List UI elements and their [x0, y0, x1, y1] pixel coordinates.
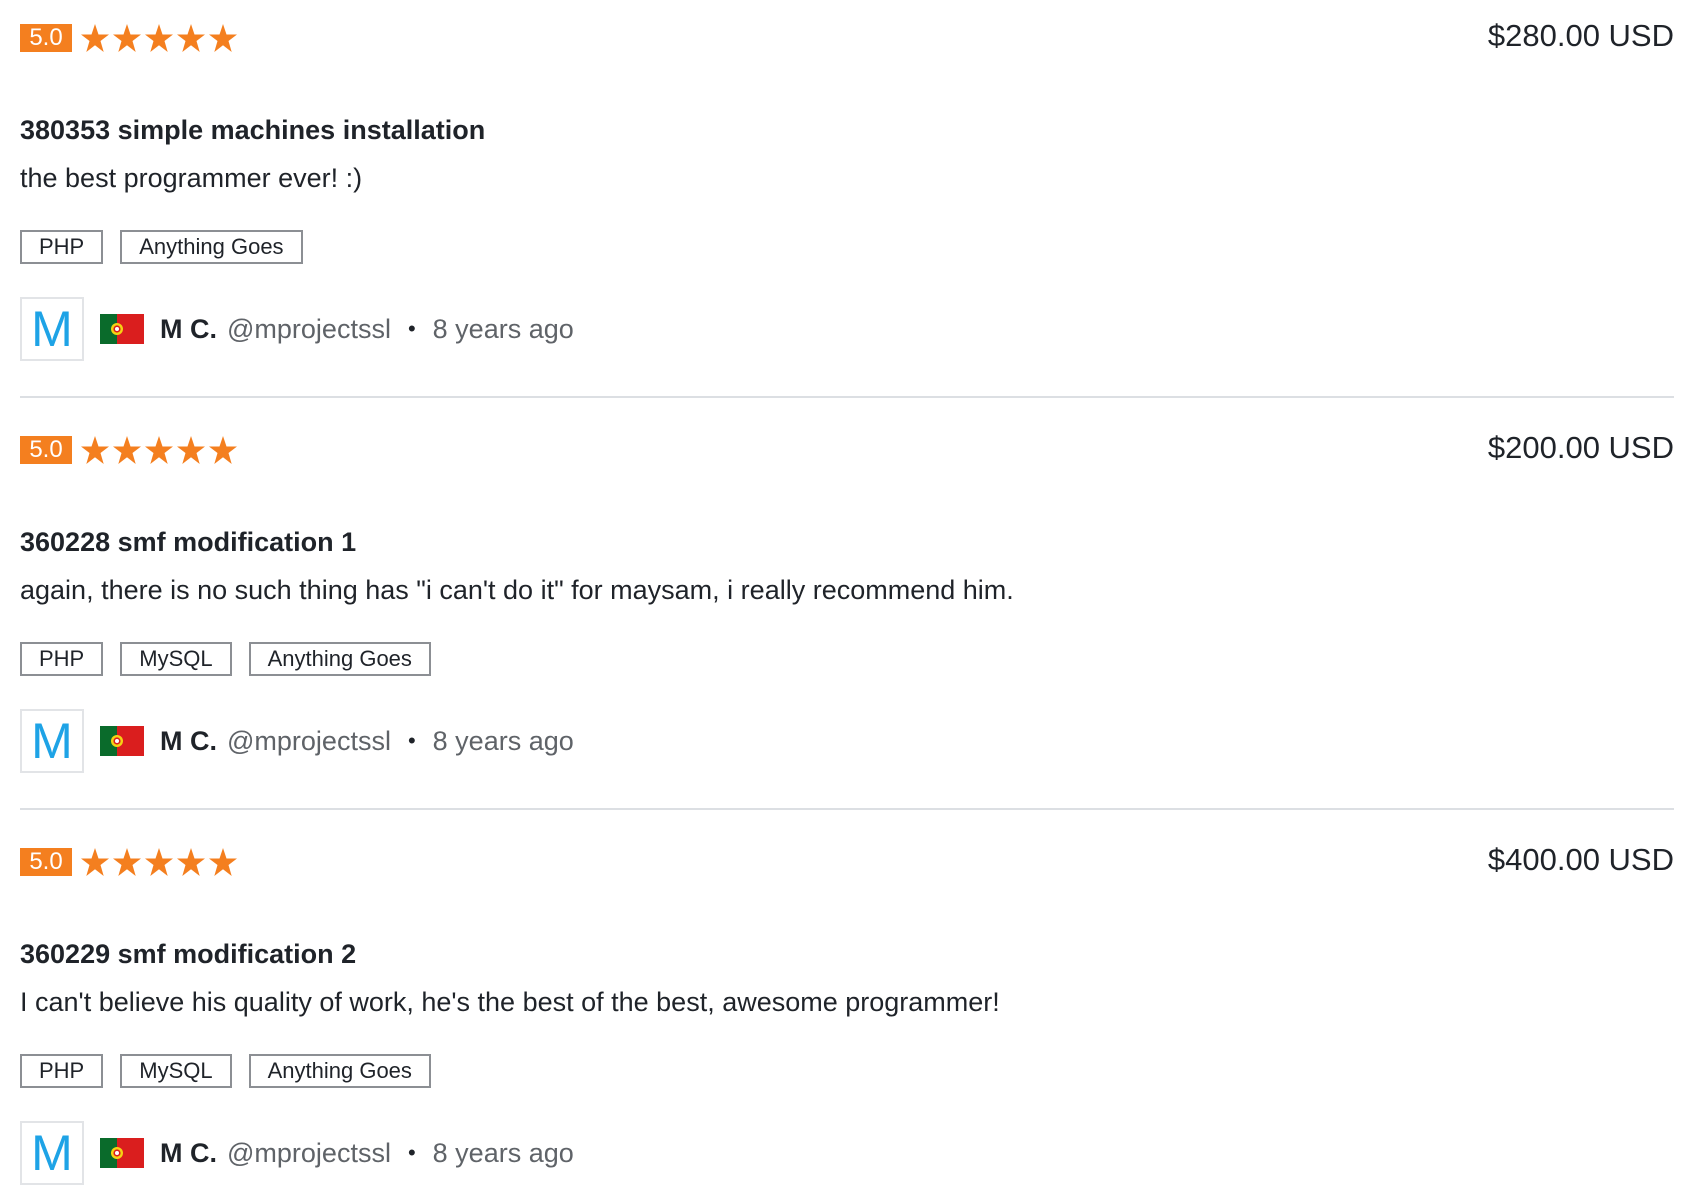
rating-badge: 5.0 [20, 436, 72, 464]
skill-tag[interactable]: Anything Goes [120, 230, 303, 264]
portugal-flag-icon [100, 1138, 144, 1168]
skill-tag[interactable]: Anything Goes [248, 642, 431, 676]
star-icon [177, 848, 205, 876]
star-icon [81, 24, 109, 52]
skill-tags: PHP MySQL Anything Goes [20, 1054, 431, 1088]
star-icon [81, 848, 109, 876]
star-icon [209, 436, 237, 464]
skill-tag[interactable]: MySQL [120, 642, 232, 676]
review-item: 5.0 $280.00 USD 380353 simple machines i… [20, 0, 1674, 398]
star-icon [113, 848, 141, 876]
rating-badge: 5.0 [20, 848, 72, 876]
avatar[interactable]: M [20, 297, 84, 361]
star-icon [209, 848, 237, 876]
avatar[interactable]: M [20, 709, 84, 773]
star-icon [177, 436, 205, 464]
separator-dot: • [407, 728, 416, 753]
project-title[interactable]: 360228 smf modification 1 [20, 524, 356, 560]
star-icon [177, 24, 205, 52]
review-item: 5.0 $200.00 USD 360228 smf modification … [20, 412, 1674, 810]
portugal-flag-icon [100, 726, 144, 756]
project-price: $400.00 USD [1487, 842, 1674, 877]
skill-tag[interactable]: PHP [20, 230, 104, 264]
avatar[interactable]: M [20, 1121, 84, 1185]
review-date: 8 years ago [432, 1137, 574, 1168]
separator-dot: • [407, 316, 416, 341]
rating-badge: 5.0 [20, 24, 72, 52]
star-icon [113, 24, 141, 52]
star-rating [80, 20, 238, 56]
star-rating [80, 844, 238, 880]
star-icon [209, 24, 237, 52]
divider [20, 808, 1674, 810]
star-rating [80, 432, 238, 468]
star-icon [145, 24, 173, 52]
review-list: 5.0 $280.00 USD 380353 simple machines i… [0, 0, 1692, 1200]
skill-tags: PHP MySQL Anything Goes [20, 642, 431, 676]
star-icon [113, 436, 141, 464]
portugal-flag-icon [100, 314, 144, 344]
review-comment: I can't believe his quality of work, he'… [20, 987, 1000, 1017]
reviewer-name[interactable]: M C. [160, 1138, 217, 1169]
project-title[interactable]: 380353 simple machines installation [20, 112, 485, 148]
skill-tag[interactable]: MySQL [120, 1054, 232, 1088]
project-price: $200.00 USD [1487, 430, 1674, 465]
reviewer-handle[interactable]: @mprojectssl [227, 1138, 391, 1169]
reviewer-info: M M C. @mprojectssl • 8 years ago [20, 709, 574, 773]
skill-tag[interactable]: Anything Goes [248, 1054, 431, 1088]
divider [20, 396, 1674, 398]
review-item: 5.0 $400.00 USD 360229 smf modification … [20, 824, 1674, 1204]
reviewer-info: M M C. @mprojectssl • 8 years ago [20, 297, 574, 361]
star-icon [81, 436, 109, 464]
skill-tags: PHP Anything Goes [20, 230, 303, 264]
skill-tag[interactable]: PHP [20, 642, 104, 676]
star-icon [145, 436, 173, 464]
review-date: 8 years ago [432, 313, 574, 344]
reviewer-name[interactable]: M C. [160, 314, 217, 345]
project-price: $280.00 USD [1487, 18, 1674, 53]
reviewer-handle[interactable]: @mprojectssl [227, 314, 391, 345]
star-icon [145, 848, 173, 876]
reviewer-info: M M C. @mprojectssl • 8 years ago [20, 1121, 574, 1185]
reviewer-name[interactable]: M C. [160, 726, 217, 757]
separator-dot: • [407, 1140, 416, 1165]
review-date: 8 years ago [432, 725, 574, 756]
review-comment: again, there is no such thing has "i can… [20, 575, 1014, 605]
reviewer-handle[interactable]: @mprojectssl [227, 726, 391, 757]
project-title[interactable]: 360229 smf modification 2 [20, 936, 356, 972]
skill-tag[interactable]: PHP [20, 1054, 104, 1088]
review-comment: the best programmer ever! :) [20, 163, 363, 193]
